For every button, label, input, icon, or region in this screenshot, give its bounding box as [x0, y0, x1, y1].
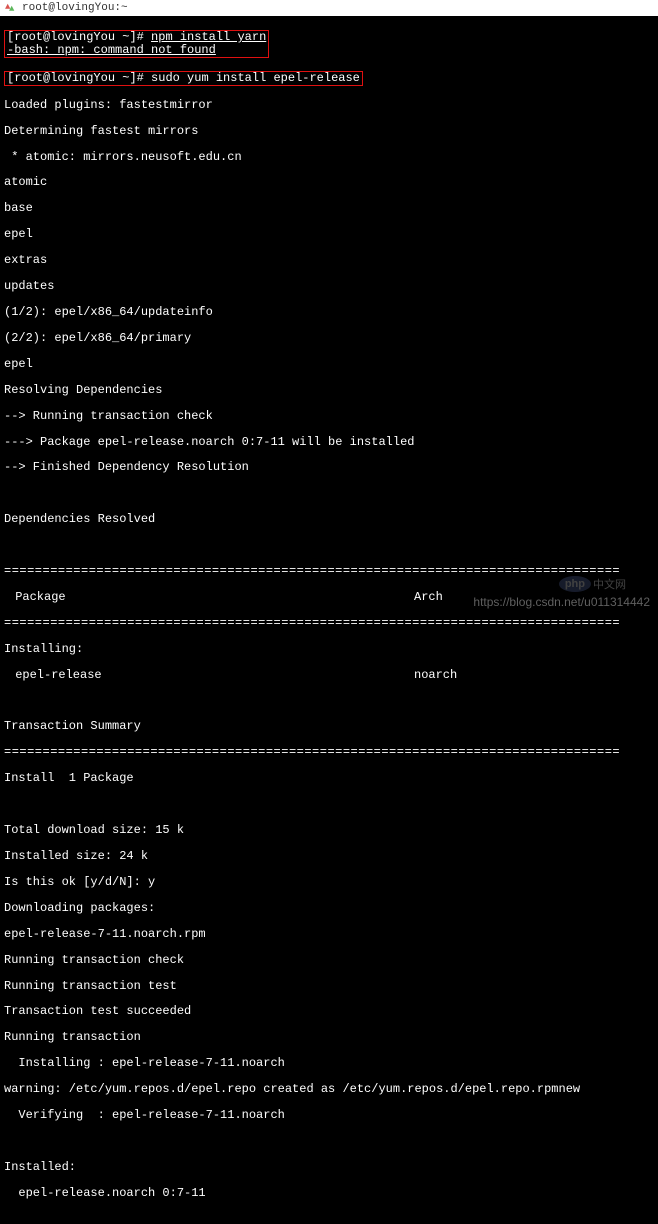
- output-line: Transaction test succeeded: [4, 1005, 654, 1018]
- output-line: (1/2): epel/x86_64/updateinfo: [4, 306, 654, 319]
- cell-package: epel-release: [4, 669, 414, 682]
- window-title: root@lovingYou:~: [22, 2, 128, 14]
- column-package: Package: [4, 591, 414, 604]
- output-line: --> Finished Dependency Resolution: [4, 461, 654, 474]
- output-line: base: [4, 202, 654, 215]
- divider: ========================================…: [4, 617, 654, 630]
- output-line: atomic: [4, 176, 654, 189]
- output-line: Install 1 Package: [4, 772, 654, 785]
- output-line: ---> Package epel-release.noarch 0:7-11 …: [4, 436, 654, 449]
- output-line: [4, 1135, 654, 1148]
- output-line: Installing:: [4, 643, 654, 656]
- output-line: Loaded plugins: fastestmirror: [4, 99, 654, 112]
- output-line: Transaction Summary: [4, 720, 654, 733]
- cell-arch: noarch: [414, 669, 534, 682]
- highlight-box-1: [root@lovingYou ~]# npm install yarn -ba…: [4, 30, 269, 58]
- output-line: [4, 798, 654, 811]
- output-line: epel-release.noarch 0:7-11: [4, 1187, 654, 1200]
- output-line: Is this ok [y/d/N]: y: [4, 876, 654, 889]
- output-line: Downloading packages:: [4, 902, 654, 915]
- output-line: Running transaction: [4, 1031, 654, 1044]
- output-line: [4, 695, 654, 708]
- output-line: Verifying : epel-release-7-11.noarch: [4, 1109, 654, 1122]
- window-titlebar: root@lovingYou:~: [0, 0, 658, 16]
- csdn-watermark: https://blog.csdn.net/u011314442: [473, 595, 650, 609]
- output-line: epel: [4, 228, 654, 241]
- output-line: epel-release-7-11.noarch.rpm: [4, 928, 654, 941]
- output-line: Dependencies Resolved: [4, 513, 654, 526]
- output-line: --> Running transaction check: [4, 410, 654, 423]
- output-line: extras: [4, 254, 654, 267]
- output-line: [4, 487, 654, 500]
- output-line: epel: [4, 358, 654, 371]
- output-line: Installed:: [4, 1161, 654, 1174]
- output-line: updates: [4, 280, 654, 293]
- divider: ========================================…: [4, 565, 654, 578]
- output-line: [4, 1213, 654, 1224]
- terminal-app-icon: [6, 3, 18, 13]
- output-line: Determining fastest mirrors: [4, 125, 654, 138]
- terminal-output: [root@lovingYou ~]# npm install yarn -ba…: [0, 16, 658, 1224]
- output-line: Running transaction test: [4, 980, 654, 993]
- divider: ========================================…: [4, 746, 654, 759]
- output-line: (2/2): epel/x86_64/primary: [4, 332, 654, 345]
- output-line: Resolving Dependencies: [4, 384, 654, 397]
- highlight-box-2: [root@lovingYou ~]# sudo yum install epe…: [4, 71, 363, 86]
- php-watermark: php中文网: [559, 576, 626, 592]
- output-line: Total download size: 15 k: [4, 824, 654, 837]
- table-row: epel-releasenoarch: [4, 669, 654, 682]
- output-line: Installing : epel-release-7-11.noarch: [4, 1057, 654, 1070]
- output-line: Installed size: 24 k: [4, 850, 654, 863]
- output-line: * atomic: mirrors.neusoft.edu.cn: [4, 151, 654, 164]
- output-line: Running transaction check: [4, 954, 654, 967]
- output-line: warning: /etc/yum.repos.d/epel.repo crea…: [4, 1083, 654, 1096]
- output-line: [4, 539, 654, 552]
